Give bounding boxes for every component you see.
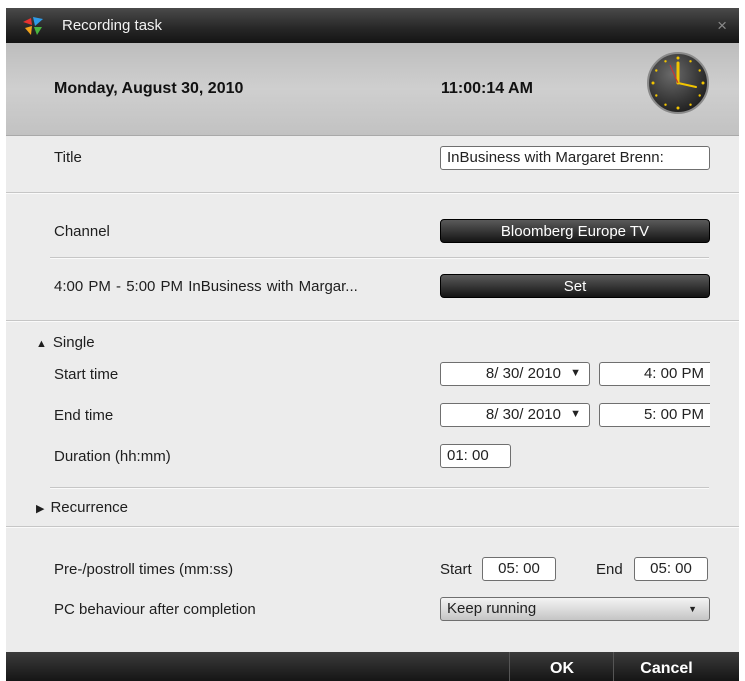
set-button[interactable]: Set [440,274,710,298]
end-date-picker[interactable]: 8/ 30/ 2010 ▼ [440,403,590,427]
postroll-end-input[interactable]: 05: 00 [634,557,708,581]
expand-triangle-icon: ▶ [36,503,45,515]
recording-task-window: Recording task × Monday, August 30, 2010… [6,8,739,681]
close-icon[interactable]: × [717,16,727,36]
channel-label: Channel [54,223,110,240]
end-time-label: End time [54,407,114,424]
preroll-start-label: Start [440,561,472,578]
single-toggle[interactable]: ▲ Single [36,334,95,351]
cancel-button[interactable]: Cancel [613,652,719,681]
window-title: Recording task [62,17,163,34]
footer-bar: OK Cancel [6,652,739,681]
date-time-header: Monday, August 30, 2010 11:00:14 AM [6,43,739,136]
dropdown-arrow-icon[interactable]: ▼ [688,599,697,620]
title-input[interactable]: InBusiness with Margaret Brenn: [440,146,710,170]
dropdown-arrow-icon[interactable]: ▼ [570,363,581,384]
pc-behaviour-value: Keep running [447,600,537,617]
end-date-value: 8/ 30/ 2010 [485,406,561,423]
preroll-start-input[interactable]: 05: 00 [482,557,556,581]
divider [6,526,739,528]
divider [50,487,709,489]
recurrence-toggle-label: Recurrence [50,499,129,516]
channel-button[interactable]: Bloomberg Europe TV [440,219,710,243]
program-label: 4:00 PM - 5:00 PM InBusiness with Margar… [54,278,358,295]
pc-behaviour-select[interactable]: Keep running ▼ [440,597,710,621]
single-toggle-label: Single [52,334,95,351]
divider [6,320,739,322]
current-date: Monday, August 30, 2010 [54,80,244,97]
start-time-input[interactable]: 4: 00 PM [599,362,710,386]
pc-behaviour-label: PC behaviour after completion [54,601,256,618]
end-time-input[interactable]: 5: 00 PM [599,403,710,427]
postroll-end-label: End [596,561,623,578]
duration-label: Duration (hh:mm) [54,448,171,465]
start-date-picker[interactable]: 8/ 30/ 2010 ▼ [440,362,590,386]
recurrence-toggle[interactable]: ▶ Recurrence [36,499,128,516]
title-label: Title [54,149,82,166]
collapse-triangle-icon: ▲ [36,338,47,350]
preroll-label: Pre-/postroll times (mm:ss) [54,561,234,578]
clock-icon [647,52,709,114]
title-bar: Recording task × [6,8,739,43]
dropdown-arrow-icon[interactable]: ▼ [570,404,581,425]
divider [50,257,709,259]
start-time-label: Start time [54,366,119,383]
current-time: 11:00:14 AM [441,80,533,97]
start-date-value: 8/ 30/ 2010 [485,365,561,382]
divider [6,192,739,194]
ok-button[interactable]: OK [509,652,614,681]
duration-input[interactable]: 01: 00 [440,444,511,468]
app-logo-icon [23,17,43,35]
